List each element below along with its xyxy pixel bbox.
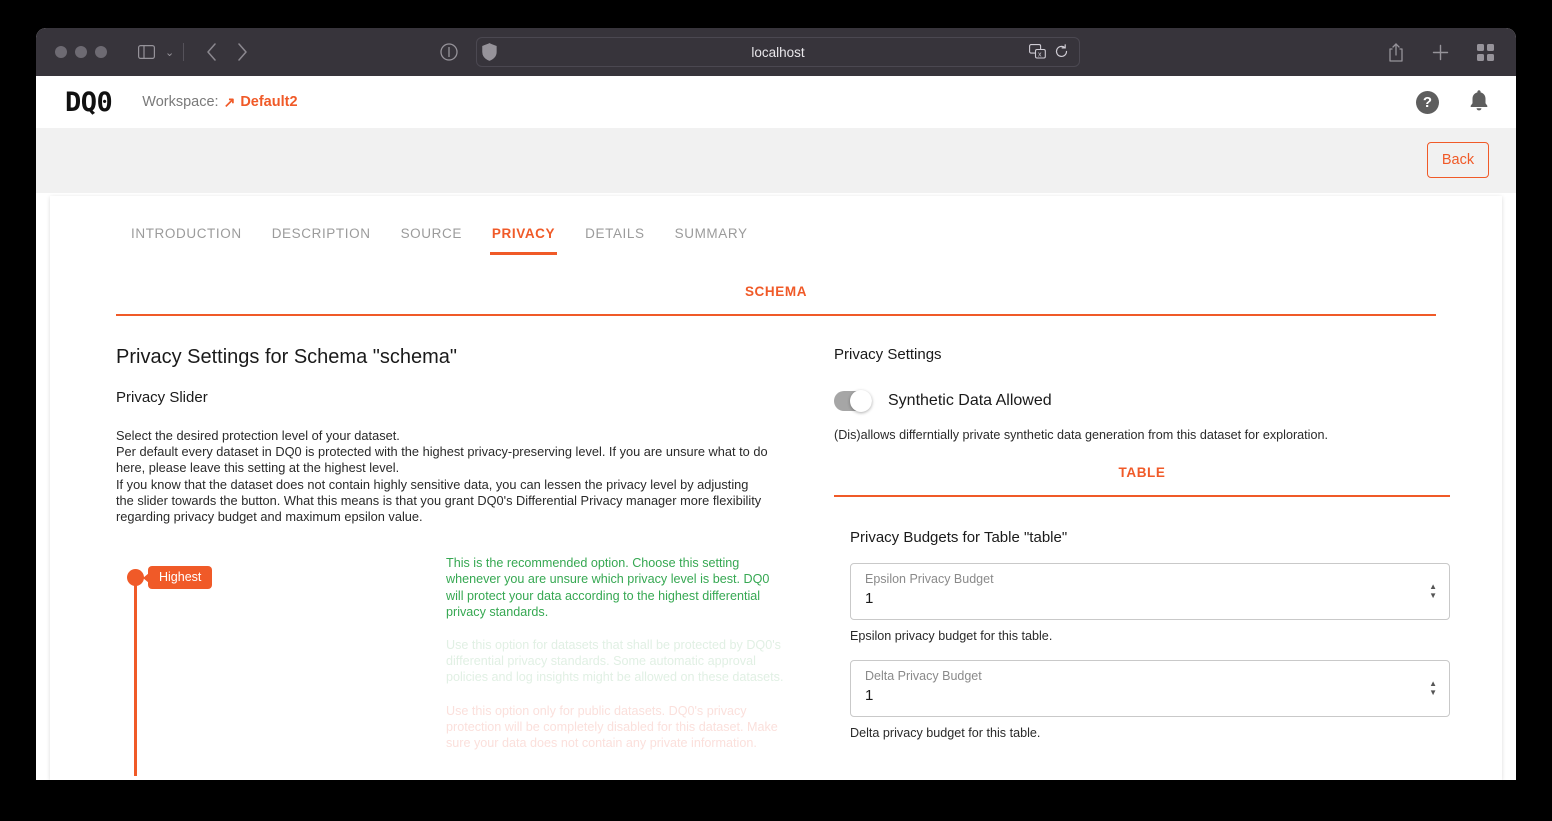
window-traffic-lights[interactable] (55, 46, 107, 58)
external-link-arrow-icon: ↗ (223, 93, 236, 110)
nav-forward-icon[interactable] (237, 43, 248, 61)
instruction-line-1: Select the desired protection level of y… (116, 428, 400, 443)
address-bar-actions: x (1029, 38, 1069, 68)
delta-stepper[interactable]: ▲ ▼ (1429, 680, 1437, 697)
stepper-down-icon[interactable]: ▼ (1429, 689, 1437, 697)
address-bar[interactable]: localhost x (476, 37, 1080, 67)
level-description-lowest: Use this option only for public datasets… (446, 703, 778, 751)
stepper-down-icon[interactable]: ▼ (1429, 592, 1437, 600)
tab-introduction[interactable]: INTRODUCTION (116, 220, 257, 255)
wizard-tabs: INTRODUCTION DESCRIPTION SOURCE PRIVACY … (50, 196, 1502, 255)
content-card: INTRODUCTION DESCRIPTION SOURCE PRIVACY … (50, 196, 1502, 780)
new-tab-icon[interactable] (1432, 44, 1449, 61)
privacy-budgets-title: Privacy Budgets for Table "table" (850, 529, 1068, 546)
synthetic-data-label: Synthetic Data Allowed (888, 392, 1052, 409)
toolbar-right-actions (1388, 42, 1494, 62)
slider-track[interactable] (134, 576, 137, 777)
vertical-slider[interactable]: Highest (116, 555, 446, 777)
epsilon-help-text: Epsilon privacy budget for this table. (850, 629, 1053, 643)
delta-input[interactable] (865, 687, 1405, 704)
page-title: Privacy Settings for Schema "schema" (116, 346, 457, 368)
tab-details[interactable]: DETAILS (570, 220, 659, 255)
sidebar-toggle-icon[interactable] (138, 45, 155, 59)
level-description-highest: This is the recommended option. Choose t… (446, 556, 770, 619)
screen: ⌄ localhost x DQ0 Workspace: ↗ Default2 … (0, 0, 1552, 821)
epsilon-field-group: Epsilon Privacy Budget ▲ ▼ Epsilon priva… (850, 563, 1450, 643)
slider-thumb[interactable] (127, 569, 144, 587)
svg-text:x: x (1038, 52, 1042, 59)
close-window-button[interactable] (55, 46, 67, 58)
privacy-slider-instructions: Select the desired protection level of y… (116, 428, 769, 525)
table-tab-bar: TABLE (834, 464, 1450, 497)
workspace-label: Workspace: (142, 94, 219, 110)
toolbar-divider (183, 43, 185, 61)
header-actions: ? (1416, 89, 1489, 116)
app-header: DQ0 Workspace: ↗ Default2 ? (36, 76, 1516, 128)
privacy-settings-heading: Privacy Settings (834, 346, 942, 363)
workspace-name[interactable]: Default2 (240, 94, 297, 110)
slider-value-tooltip: Highest (142, 566, 213, 590)
slider-area: Highest This is the recommended option. … (116, 555, 786, 777)
delta-field[interactable]: Delta Privacy Budget ▲ ▼ (850, 660, 1450, 717)
nav-back-icon[interactable] (206, 43, 217, 61)
privacy-panels: Privacy Settings for Schema "schema" Pri… (50, 346, 1502, 777)
synthetic-data-row: Synthetic Data Allowed (834, 390, 1450, 412)
workspace-breadcrumb[interactable]: Workspace: ↗ Default2 (142, 94, 297, 111)
synthetic-data-helper-text: (Dis)allows differntially private synthe… (834, 428, 1328, 442)
share-icon[interactable] (1388, 42, 1404, 62)
tab-privacy[interactable]: PRIVACY (477, 220, 570, 255)
delta-help-text: Delta privacy budget for this table. (850, 726, 1041, 740)
toggle-knob (850, 390, 872, 412)
synthetic-data-toggle[interactable] (834, 390, 872, 412)
browser-window: ⌄ localhost x DQ0 Workspace: ↗ Default2 … (36, 28, 1516, 780)
slider-level-descriptions: This is the recommended option. Choose t… (446, 555, 786, 775)
notification-bell-icon[interactable] (1469, 89, 1489, 116)
epsilon-input[interactable] (865, 590, 1405, 607)
epsilon-stepper[interactable]: ▲ ▼ (1429, 583, 1437, 600)
sidebar-menu-chevron-icon[interactable]: ⌄ (165, 46, 174, 59)
app-logo: DQ0 (65, 86, 113, 118)
privacy-settings-panel: Privacy Settings Synthetic Data Allowed … (816, 346, 1450, 775)
translate-icon[interactable]: x (1029, 44, 1046, 62)
reload-icon[interactable] (1055, 44, 1069, 62)
epsilon-field[interactable]: Epsilon Privacy Budget ▲ ▼ (850, 563, 1450, 620)
epsilon-field-label: Epsilon Privacy Budget (865, 572, 994, 586)
url-text: localhost (751, 44, 805, 60)
back-button[interactable]: Back (1427, 142, 1489, 178)
action-bar: Back (36, 128, 1516, 193)
tab-description[interactable]: DESCRIPTION (257, 220, 386, 255)
schema-tab-bar: SCHEMA (116, 283, 1436, 316)
browser-titlebar: ⌄ localhost x (36, 28, 1516, 76)
maximize-window-button[interactable] (95, 46, 107, 58)
tab-table[interactable]: TABLE (1119, 465, 1166, 480)
instruction-line-2: Per default every dataset in DQ0 is prot… (116, 444, 768, 476)
stepper-up-icon[interactable]: ▲ (1429, 583, 1437, 591)
stepper-up-icon[interactable]: ▲ (1429, 680, 1437, 688)
delta-field-label: Delta Privacy Budget (865, 669, 982, 683)
level-description-medium: Use this option for datasets that shall … (446, 638, 784, 685)
minimize-window-button[interactable] (75, 46, 87, 58)
reader-view-icon[interactable] (440, 43, 458, 61)
instruction-line-3: If you know that the dataset does not co… (116, 476, 762, 525)
tab-summary[interactable]: SUMMARY (660, 220, 763, 255)
tab-overview-icon[interactable] (1477, 43, 1494, 61)
help-icon[interactable]: ? (1416, 90, 1439, 114)
privacy-slider-heading: Privacy Slider (116, 389, 208, 406)
delta-field-group: Delta Privacy Budget ▲ ▼ Delta privacy b… (850, 660, 1450, 740)
tab-schema[interactable]: SCHEMA (745, 284, 807, 299)
tab-source[interactable]: SOURCE (386, 220, 477, 255)
privacy-slider-panel: Privacy Settings for Schema "schema" Pri… (116, 346, 816, 777)
